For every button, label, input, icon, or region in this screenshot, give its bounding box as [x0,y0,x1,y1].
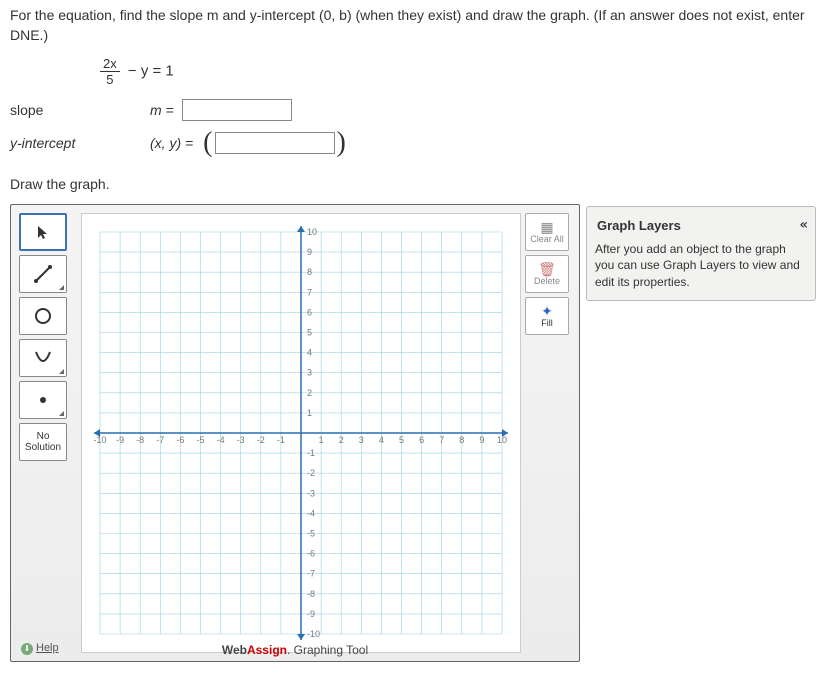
no-solution-label: No Solution [20,431,66,453]
delete-button[interactable]: 🗑 Delete [525,255,569,293]
svg-text:-7: -7 [156,435,164,445]
pointer-tool[interactable] [19,213,67,251]
circle-tool[interactable] [19,297,67,335]
equation-rest: − y = 1 [124,63,174,80]
fill-label: Fill [541,318,553,328]
parabola-icon [33,348,53,368]
svg-text:-8: -8 [307,589,315,599]
layers-collapse-button[interactable]: « [800,217,805,233]
no-solution-tool[interactable]: No Solution [19,423,67,461]
graph-layers-panel: Graph Layers « After you add an object t… [586,206,816,301]
svg-text:3: 3 [359,435,364,445]
brand-web: Web [222,643,247,657]
svg-text:-5: -5 [196,435,204,445]
svg-text:9: 9 [479,435,484,445]
point-icon [33,390,53,410]
svg-text:4: 4 [307,348,312,358]
layers-body-text: After you add an object to the graph you… [595,241,807,290]
line-tool[interactable] [19,255,67,293]
equation-denominator: 5 [100,72,120,86]
svg-text:10: 10 [307,227,317,237]
draw-heading: Draw the graph. [0,162,826,198]
svg-text:6: 6 [419,435,424,445]
svg-text:-10: -10 [93,435,106,445]
slope-var: m = [150,102,174,118]
svg-text:6: 6 [307,308,312,318]
svg-text:-6: -6 [307,549,315,559]
clear-all-button[interactable]: ▦ Clear All [525,213,569,251]
svg-text:5: 5 [399,435,404,445]
paren-close: ) [335,127,348,159]
clear-all-label: Clear All [530,234,564,244]
yintercept-label: y-intercept [10,135,150,151]
svg-text:4: 4 [379,435,384,445]
svg-text:8: 8 [307,267,312,277]
equation-numerator: 2x [100,57,120,72]
pointer-icon [35,224,51,240]
graph-panel: No Solution -10 -9 -8 -7 -6 -5 -4 -3 -2 -1 1 2 3 4 5 6 7… [10,204,580,662]
parabola-tool[interactable] [19,339,67,377]
svg-text:7: 7 [307,287,312,297]
svg-text:2: 2 [307,388,312,398]
svg-text:1: 1 [319,435,324,445]
fill-button[interactable]: ✦ Fill [525,297,569,335]
clear-all-icon: ▦ [540,220,553,234]
svg-text:-5: -5 [307,529,315,539]
circle-icon [33,306,53,326]
brand-assign: Assign [247,643,287,657]
brand-footer: WebAssign. Graphing Tool [11,643,579,657]
layers-title: Graph Layers [597,218,681,233]
svg-text:2: 2 [339,435,344,445]
svg-text:-8: -8 [136,435,144,445]
svg-text:-3: -3 [237,435,245,445]
svg-text:-4: -4 [307,509,315,519]
yintercept-input[interactable] [215,132,335,154]
delete-label: Delete [534,276,560,286]
slope-input[interactable] [182,99,292,121]
svg-text:9: 9 [307,247,312,257]
line-icon [33,264,53,284]
svg-text:3: 3 [307,368,312,378]
svg-text:-9: -9 [116,435,124,445]
graph-canvas[interactable]: -10 -9 -8 -7 -6 -5 -4 -3 -2 -1 1 2 3 4 5 6 7 8 9 10 -10 -9 -8 -… [81,213,521,653]
grid-svg: -10 -9 -8 -7 -6 -5 -4 -3 -2 -1 1 2 3 4 5 6 7 8 9 10 -10 -9 -8 -… [82,214,520,652]
svg-text:-1: -1 [277,435,285,445]
svg-text:7: 7 [439,435,444,445]
equation: 2x 5 − y = 1 [0,49,826,96]
svg-text:8: 8 [459,435,464,445]
svg-text:-3: -3 [307,488,315,498]
svg-text:10: 10 [497,435,507,445]
point-tool[interactable] [19,381,67,419]
slope-label: slope [10,102,150,118]
svg-text:-7: -7 [307,569,315,579]
svg-text:-2: -2 [307,468,315,478]
svg-text:-6: -6 [176,435,184,445]
svg-text:1: 1 [307,408,312,418]
svg-text:-4: -4 [217,435,225,445]
yintercept-var: (x, y) = [150,135,193,151]
brand-suffix: . Graphing Tool [287,643,368,657]
right-button-column: ▦ Clear All 🗑 Delete ✦ Fill [525,213,571,335]
trash-icon: 🗑 [538,262,556,276]
question-prompt: For the equation, find the slope m and y… [0,0,826,49]
tool-column: No Solution [19,213,75,653]
svg-text:-2: -2 [257,435,265,445]
fill-icon: ✦ [541,304,553,318]
svg-text:-10: -10 [307,629,320,639]
paren-open: ( [201,127,214,159]
svg-text:-9: -9 [307,609,315,619]
svg-text:-1: -1 [307,448,315,458]
svg-text:5: 5 [307,328,312,338]
